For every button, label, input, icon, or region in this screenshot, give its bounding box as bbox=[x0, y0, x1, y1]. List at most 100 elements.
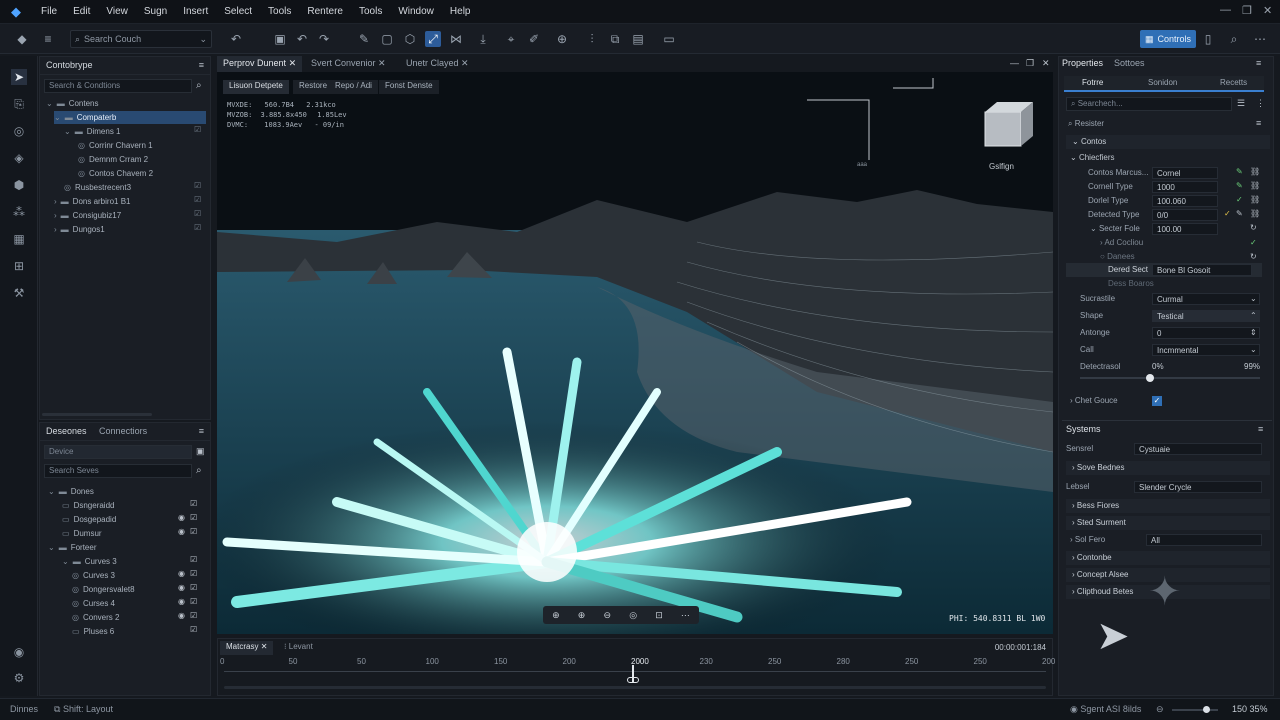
link-icon[interactable]: ⛓ bbox=[1250, 181, 1260, 190]
crop-icon[interactable]: ⊡ bbox=[655, 610, 663, 621]
reset-icon[interactable]: ↻ bbox=[1250, 252, 1257, 261]
section-sted-surment[interactable]: › Sted Surment bbox=[1066, 516, 1270, 530]
more-icon[interactable]: ⋯ bbox=[1252, 31, 1268, 47]
cube-icon[interactable]: ⬡ bbox=[402, 31, 418, 47]
dropdown[interactable]: Testical bbox=[1152, 310, 1260, 322]
menu-view[interactable]: View bbox=[106, 6, 128, 17]
tree-item[interactable]: ◎ Rusbestrecent3 bbox=[64, 181, 194, 194]
dropdown[interactable]: Cystuaie bbox=[1134, 443, 1262, 455]
subtab-repo-adi[interactable]: Repo / Adi bbox=[329, 80, 378, 94]
undo-2-icon[interactable]: ↶ bbox=[294, 31, 310, 47]
dropdown[interactable]: Curmal bbox=[1152, 293, 1260, 305]
group-chiecfiers[interactable]: ⌄ Chiecfiers bbox=[1070, 153, 1115, 162]
node-icon[interactable]: ⋈ bbox=[448, 31, 464, 47]
close-tab-icon[interactable]: ✕ bbox=[261, 642, 268, 651]
tab-svert-convenior[interactable]: Svert Convenior ✕ bbox=[305, 56, 392, 72]
tab-perprov-dunent[interactable]: Perprov Dunent ✕ bbox=[217, 56, 303, 72]
checkbox[interactable]: ✓ bbox=[1152, 396, 1162, 406]
subtab-fonst-denste[interactable]: Fonst Denste bbox=[379, 80, 439, 94]
tree-item[interactable]: ⌄ ▬ Curves 3 bbox=[62, 555, 182, 568]
playhead-handle-icon[interactable] bbox=[627, 677, 639, 683]
save-icon[interactable]: ▣ bbox=[272, 31, 288, 47]
search-icon[interactable]: ⌕ bbox=[196, 465, 202, 476]
zoom-out-icon[interactable]: ⊖ bbox=[1156, 704, 1164, 715]
box-icon[interactable]: ⬢ bbox=[11, 177, 27, 193]
menu-sugn[interactable]: Sugn bbox=[144, 6, 167, 17]
edit-icon[interactable]: ☑ bbox=[190, 499, 197, 508]
tree-item[interactable]: ▭ Dumsur bbox=[62, 527, 182, 540]
nodes-icon[interactable]: ⁂ bbox=[11, 204, 27, 220]
pencil-icon[interactable]: ✎ bbox=[1236, 209, 1243, 218]
zoom-in-icon[interactable]: ⊕ bbox=[552, 610, 560, 621]
zoom-thumb[interactable] bbox=[1203, 706, 1210, 713]
section-contonbe[interactable]: › Contonbe bbox=[1066, 551, 1270, 565]
frame-icon[interactable]: ▢ bbox=[379, 31, 395, 47]
search-seves-input[interactable]: Search Seves bbox=[44, 464, 192, 478]
redo-icon[interactable]: ↷ bbox=[316, 31, 332, 47]
menu-window[interactable]: Window bbox=[398, 6, 434, 17]
controls-button[interactable]: ▦ Controls bbox=[1140, 30, 1196, 48]
tree-item[interactable]: › ▬ Dungos1 bbox=[54, 223, 194, 236]
tab-sottoes[interactable]: Sottoes bbox=[1114, 58, 1145, 68]
download-icon[interactable]: ⤓ bbox=[475, 31, 491, 47]
search-icon[interactable]: ⌕ bbox=[1226, 31, 1242, 47]
pencil-icon[interactable]: ✎ bbox=[1236, 167, 1243, 176]
menu-edit[interactable]: Edit bbox=[73, 6, 90, 17]
pencil-icon[interactable]: ✎ bbox=[1236, 181, 1243, 190]
check-icon[interactable]: ✓ bbox=[1224, 209, 1231, 218]
zoom-slider[interactable] bbox=[1172, 709, 1218, 711]
3d-viewport[interactable]: Lisuon Detpete Restore Repo / Adi Fonst … bbox=[217, 72, 1053, 634]
edit-icon[interactable]: ☑ bbox=[194, 195, 201, 204]
zoom-fit-icon[interactable]: ⊕ bbox=[578, 610, 586, 621]
list-icon[interactable]: ☰ bbox=[1237, 98, 1245, 109]
tree-item[interactable]: ▭ Pluses 6 bbox=[72, 625, 182, 638]
dropdown[interactable]: Slender Crycle bbox=[1134, 481, 1262, 493]
edit-icon[interactable]: ☑ bbox=[190, 513, 197, 522]
select-tool-icon[interactable]: ➤ bbox=[11, 69, 27, 85]
eye-icon[interactable]: ◉ bbox=[178, 527, 185, 536]
menu-tools-2[interactable]: Tools bbox=[359, 6, 382, 17]
prop-field[interactable]: 0/0 bbox=[1152, 209, 1218, 221]
edit-icon[interactable]: ☑ bbox=[190, 555, 197, 564]
panel-icon[interactable]: ▯ bbox=[1200, 31, 1216, 47]
subtab-recetts[interactable]: Recetts bbox=[1220, 78, 1247, 87]
menu-file[interactable]: File bbox=[41, 6, 57, 17]
link-icon[interactable]: ⛓ bbox=[1250, 167, 1260, 176]
reset-icon[interactable]: ↻ bbox=[1250, 223, 1257, 232]
edit-icon[interactable]: ☑ bbox=[194, 223, 201, 232]
close-tab-icon[interactable]: ✕ bbox=[289, 58, 297, 68]
tree-item[interactable]: ◎ Contos Chavem 2 bbox=[78, 167, 198, 180]
menu-icon[interactable]: ≡ bbox=[1256, 118, 1261, 128]
prop-field[interactable]: Bone Bl Gosoit bbox=[1152, 264, 1252, 276]
tab-unetr-clayed[interactable]: Unetr Clayed ✕ bbox=[400, 56, 475, 72]
prop-field[interactable]: 100.060 bbox=[1152, 195, 1218, 207]
copy-icon[interactable]: ⧉ bbox=[607, 31, 623, 47]
stepper-icon[interactable]: ⇕ bbox=[1250, 328, 1257, 337]
search-icon[interactable]: ⌕ bbox=[196, 80, 202, 91]
tree-item[interactable]: ▭ Dosgepadid bbox=[62, 513, 182, 526]
tree-item[interactable]: ⌄ ▬ Forteer bbox=[48, 541, 178, 554]
subtab-sonidon[interactable]: Sonidon bbox=[1148, 78, 1177, 87]
outliner-search-input[interactable]: Search & Condtions bbox=[44, 79, 192, 93]
dropdown[interactable]: Incmmental bbox=[1152, 344, 1260, 356]
subtab-lisuon-detpete[interactable]: Lisuon Detpete bbox=[223, 80, 289, 94]
edit-icon[interactable]: ☑ bbox=[190, 527, 197, 536]
calendar-icon[interactable]: ▦ bbox=[11, 231, 27, 247]
maximize-icon[interactable]: ❐ bbox=[1242, 4, 1252, 17]
edit-icon[interactable]: ☑ bbox=[190, 583, 197, 592]
close-tab-icon[interactable]: ✕ bbox=[378, 58, 386, 68]
prop-field[interactable]: 1000 bbox=[1152, 181, 1218, 193]
section-contos[interactable]: ⌄ Contos bbox=[1066, 135, 1270, 149]
target-icon[interactable]: ⌖ bbox=[503, 31, 519, 47]
panel-menu-icon[interactable]: ≡ bbox=[199, 60, 204, 70]
eye-icon[interactable]: ◉ bbox=[178, 583, 185, 592]
minimize-icon[interactable]: — bbox=[1220, 4, 1231, 16]
check-icon[interactable]: ✓ bbox=[1236, 195, 1243, 204]
edit-icon[interactable]: ☑ bbox=[194, 125, 201, 134]
brush-icon[interactable]: ✐ bbox=[526, 31, 542, 47]
undo-icon[interactable]: ↶ bbox=[228, 31, 244, 47]
edit-icon[interactable]: ☑ bbox=[190, 597, 197, 606]
app-home-icon[interactable]: ◆ bbox=[14, 31, 30, 47]
tab-connectiors[interactable]: Connectiors bbox=[99, 426, 147, 436]
restore-view-icon[interactable]: ❐ bbox=[1026, 58, 1034, 69]
